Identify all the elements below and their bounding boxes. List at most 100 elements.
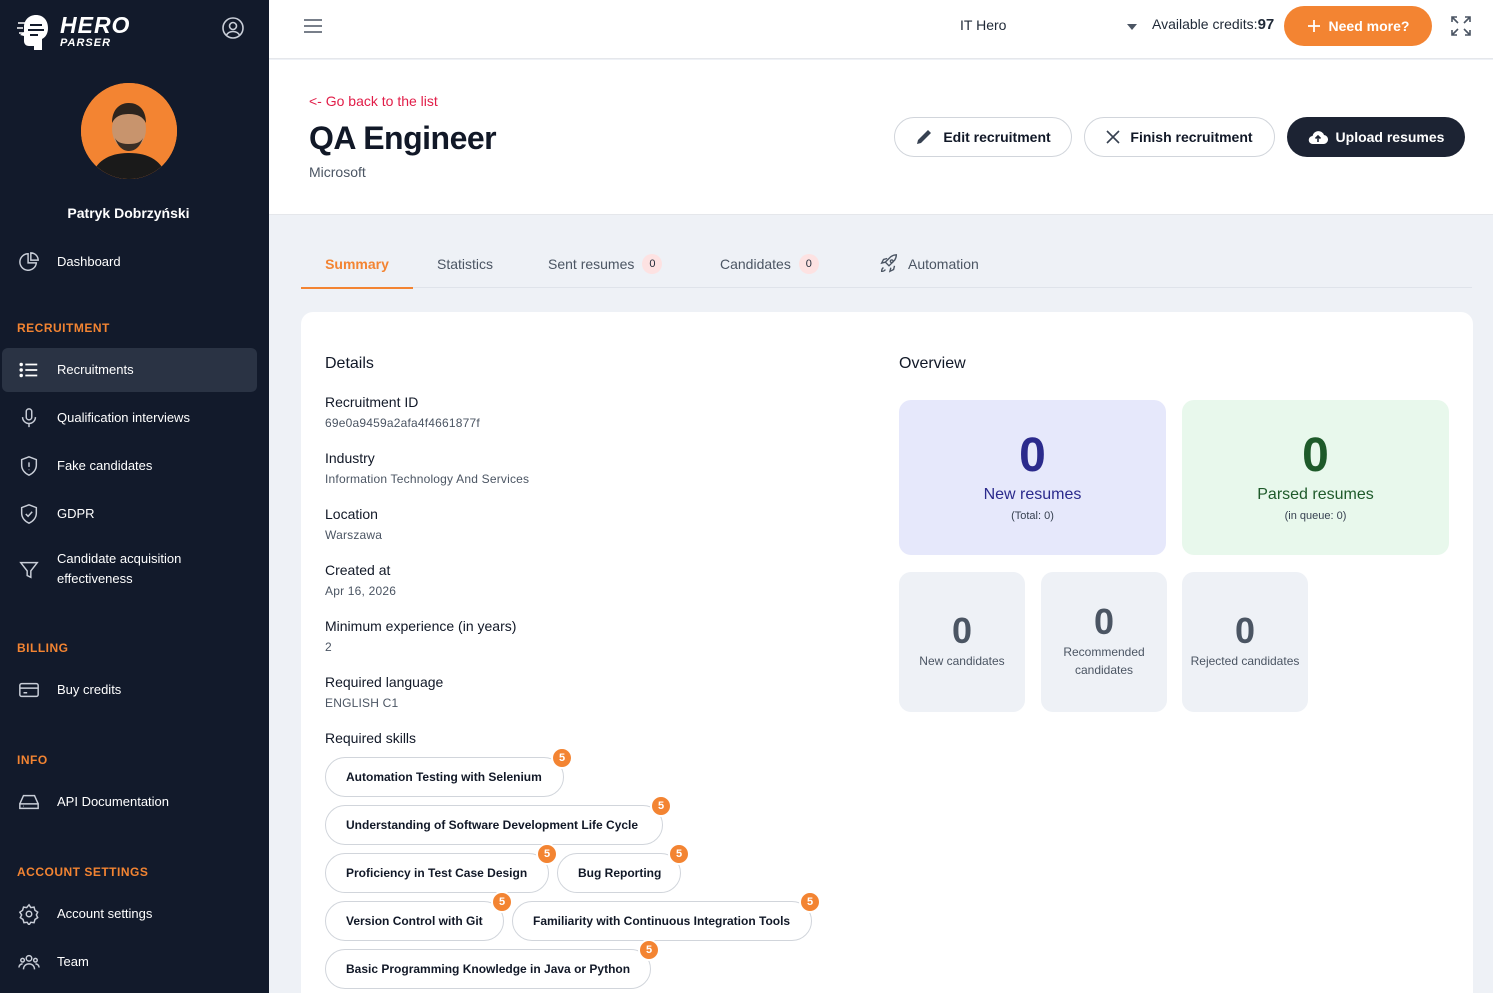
section-info: INFO (17, 753, 48, 767)
sidebar-item-account-settings[interactable]: Account settings (2, 902, 257, 926)
stat-label: New candidates (919, 654, 1005, 668)
sidebar: HERO PARSER Patryk Dobrzyński Dashboard … (0, 0, 269, 993)
section-account-settings: ACCOUNT SETTINGS (17, 865, 149, 879)
stat-value: 0 (951, 610, 973, 651)
rejected-candidates-stat[interactable]: 0 Rejected candidates (1182, 572, 1308, 712)
skill-chip: Basic Programming Knowledge in Java or P… (325, 949, 651, 989)
shield-alert-icon (20, 456, 38, 476)
created-at-value: Apr 16, 2026 (325, 584, 397, 598)
upload-resumes-label: Upload resumes (1335, 129, 1445, 145)
edit-recruitment-button[interactable]: Edit recruitment (894, 117, 1072, 157)
stat-sublabel: (Total: 0) (1011, 510, 1054, 522)
tab-automation[interactable]: Automation (878, 240, 979, 288)
upload-resumes-button[interactable]: Upload resumes (1287, 117, 1465, 157)
sent-resumes-count-badge: 0 (642, 254, 663, 274)
recruitment-header: <- Go back to the list QA Engineer Micro… (269, 60, 1493, 215)
created-at-label: Created at (325, 562, 391, 578)
go-back-link[interactable]: <- Go back to the list (309, 93, 438, 109)
skill-level-badge: 5 (799, 891, 821, 913)
tab-sent-resumes[interactable]: Sent resumes 0 (548, 240, 663, 288)
stat-value: 0 (1302, 429, 1329, 482)
company-name: Microsoft (309, 164, 366, 180)
stat-label: Recommended (1063, 645, 1145, 659)
recruitment-id-value: 69e0a9459a2afa4f4661877f (325, 416, 480, 430)
tab-label: Summary (325, 256, 389, 272)
skill-level-badge: 5 (668, 843, 690, 865)
recommended-candidates-stat[interactable]: 0 Recommended candidates (1041, 572, 1167, 712)
list-icon (19, 362, 38, 378)
credits-label: Available credits: (1152, 16, 1258, 32)
location-label: Location (325, 506, 378, 522)
caret-down-icon[interactable] (1126, 22, 1138, 32)
sidebar-item-label: Candidate acquisition (57, 551, 182, 566)
organization-select[interactable]: IT Hero (960, 17, 1006, 33)
finish-recruitment-button[interactable]: Finish recruitment (1084, 117, 1275, 157)
parsed-resumes-stat[interactable]: 0 Parsed resumes (in queue: 0) (1182, 400, 1449, 555)
tab-label: Candidates (720, 256, 791, 272)
finish-recruitment-label: Finish recruitment (1130, 129, 1253, 145)
sidebar-item-label: API Documentation (57, 794, 170, 809)
pencil-icon (917, 130, 932, 144)
plus-icon (1307, 20, 1320, 32)
stat-label: Rejected candidates (1190, 654, 1300, 668)
microphone-icon (21, 408, 37, 428)
user-name: Patryk Dobrzyński (67, 205, 190, 221)
sidebar-item-buy-credits[interactable]: Buy credits (2, 678, 257, 702)
sidebar-item-candidate-acquisition[interactable]: Candidate acquisition effectiveness (2, 548, 257, 592)
stat-value: 0 (1234, 610, 1256, 651)
skill-chip: Proficiency in Test Case Design (325, 853, 549, 893)
user-circle-icon[interactable] (221, 16, 245, 40)
tab-statistics[interactable]: Statistics (437, 240, 493, 288)
sidebar-item-team[interactable]: Team (2, 950, 257, 974)
sidebar-item-qualification-interviews[interactable]: Qualification interviews (2, 406, 257, 430)
gear-icon (18, 903, 39, 925)
candidates-count-badge: 0 (798, 254, 819, 274)
stat-value: 0 (1093, 601, 1115, 642)
need-more-button[interactable]: Need more? (1284, 6, 1432, 46)
credits-value: 97 (1257, 16, 1275, 33)
sidebar-item-label: Fake candidates (57, 458, 153, 473)
sidebar-item-label: GDPR (57, 506, 95, 521)
sidebar-item-label: Team (57, 954, 89, 969)
rocket-icon (880, 254, 898, 273)
skill-level-badge: 5 (551, 747, 573, 769)
details-title: Details (325, 355, 374, 372)
cloud-upload-icon (1308, 131, 1328, 145)
skill-chip: Bug Reporting (557, 853, 681, 893)
skill-chip: Automation Testing with Selenium (325, 757, 564, 797)
person-photo-icon (81, 83, 177, 179)
required-language-value: ENGLISH C1 (325, 696, 399, 710)
skill-level-badge: 5 (491, 891, 513, 913)
industry-label: Industry (325, 450, 375, 466)
tab-candidates[interactable]: Candidates 0 (720, 240, 819, 288)
hero-parser-logo[interactable]: HERO PARSER (16, 10, 156, 52)
stat-label: Parsed resumes (1257, 486, 1374, 503)
skill-level-badge: 5 (638, 939, 660, 961)
hamburger-menu-icon[interactable] (303, 16, 323, 36)
required-skills-label: Required skills (325, 730, 417, 746)
pie-chart-icon (19, 252, 39, 271)
available-credits: Available credits:97 (1152, 16, 1274, 33)
tab-label: Statistics (437, 256, 494, 272)
sidebar-item-recruitments[interactable]: Recruitments (2, 348, 257, 392)
sidebar-item-label: effectiveness (57, 571, 133, 586)
sidebar-item-label: Buy credits (57, 682, 122, 697)
industry-value: Information Technology And Services (325, 472, 530, 486)
recruitment-id-label: Recruitment ID (325, 394, 419, 410)
hero-head-icon (17, 15, 48, 50)
new-candidates-stat[interactable]: 0 New candidates (899, 572, 1025, 712)
sidebar-item-gdpr[interactable]: GDPR (2, 502, 257, 526)
tab-summary[interactable]: Summary (301, 240, 413, 289)
min-experience-label: Minimum experience (in years) (325, 618, 517, 634)
fullscreen-icon[interactable] (1451, 16, 1471, 36)
close-icon (1106, 130, 1120, 144)
skill-chip: Understanding of Software Development Li… (325, 805, 663, 845)
new-resumes-stat[interactable]: 0 New resumes (Total: 0) (899, 400, 1166, 555)
sidebar-item-dashboard[interactable]: Dashboard (2, 250, 257, 274)
skill-level-badge: 5 (650, 795, 672, 817)
sidebar-item-api-documentation[interactable]: API Documentation (2, 790, 257, 814)
sidebar-item-fake-candidates[interactable]: Fake candidates (2, 454, 257, 478)
stat-value: 0 (1019, 429, 1046, 482)
users-icon (18, 954, 40, 970)
skill-chip: Version Control with Git (325, 901, 504, 941)
